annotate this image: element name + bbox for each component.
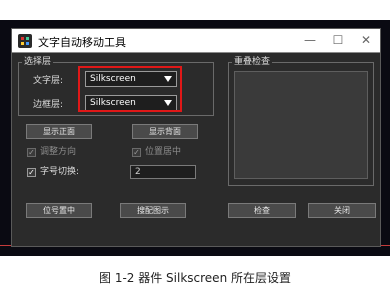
window-title: 文字自动移动工具 — [38, 36, 126, 49]
close-button[interactable]: 关闭 — [308, 203, 376, 218]
minimize-icon[interactable]: — — [302, 32, 318, 48]
close-icon[interactable]: ✕ — [358, 32, 374, 48]
position-center-label: 位置居中 — [145, 147, 182, 157]
preview-canvas — [234, 71, 368, 179]
check-button[interactable]: 检查 — [228, 203, 296, 218]
layer-select-group-label: 选择层 — [22, 57, 54, 67]
show-back-button[interactable]: 显示背面 — [132, 124, 198, 139]
overlap-check-group-label: 重叠检查 — [232, 57, 273, 67]
border-layer-label: 边框层: — [33, 100, 64, 110]
show-front-button[interactable]: 显示正面 — [26, 124, 92, 139]
maximize-icon[interactable]: ☐ — [330, 32, 346, 48]
font-switch-input[interactable]: 2 — [130, 165, 196, 179]
position-center-checkbox[interactable]: ✓ — [132, 148, 141, 157]
adjust-direction-label: 调整方向 — [40, 147, 77, 157]
figure-caption: 图 1-2 器件 Silkscreen 所在层设置 — [99, 271, 291, 285]
font-switch-checkbox[interactable]: ✓ — [27, 168, 36, 177]
app-icon — [18, 34, 32, 48]
text-layer-label: 文字层: — [33, 76, 64, 86]
adjust-direction-checkbox[interactable]: ✓ — [27, 148, 36, 157]
position-center-button[interactable]: 位号置中 — [26, 203, 92, 218]
title-bar: 文字自动移动工具 — ☐ ✕ — [12, 29, 380, 53]
dialog-window: 文字自动移动工具 — ☐ ✕ 选择层 文字层: Silkscreen 边框层: … — [11, 28, 381, 247]
highlight-box — [78, 66, 182, 112]
font-switch-label: 字号切换: — [40, 167, 80, 177]
batch-display-button[interactable]: 搜配图示 — [120, 203, 186, 218]
